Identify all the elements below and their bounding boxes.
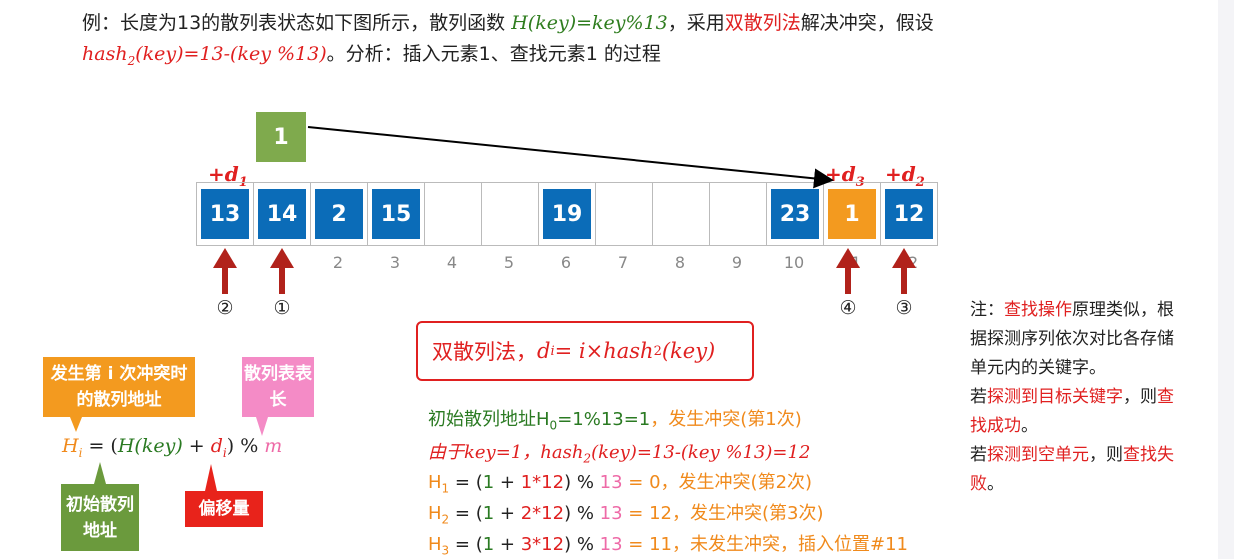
tag-offset: 偏移量	[185, 491, 263, 527]
legend-connectors	[70, 417, 268, 491]
tag-initial-address: 初始散列地址	[61, 484, 139, 551]
